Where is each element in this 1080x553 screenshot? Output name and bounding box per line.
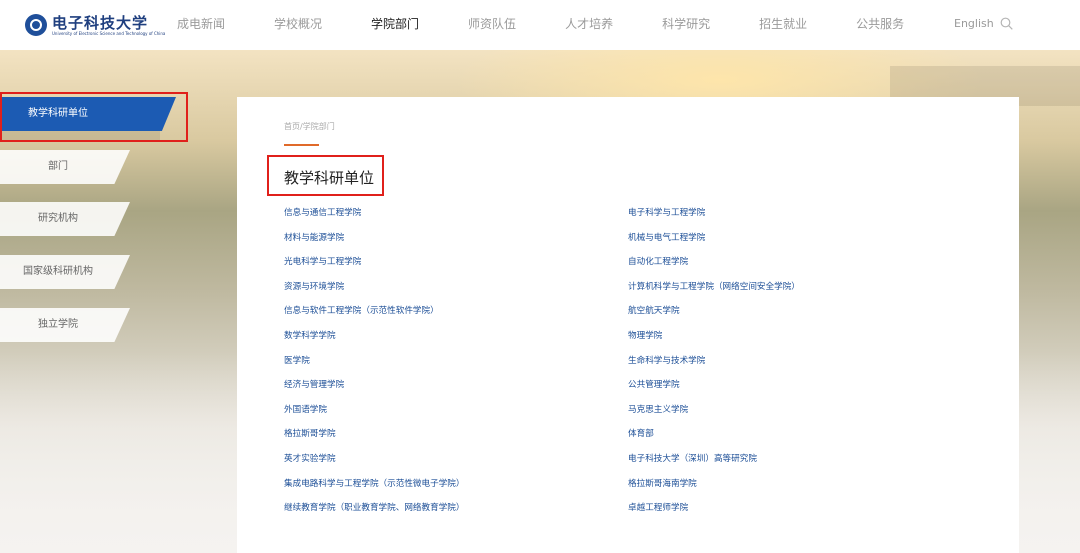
school-link[interactable]: 生命科学与技术学院: [628, 355, 800, 380]
nav-item-schools[interactable]: 学院部门: [371, 0, 419, 50]
language-switch-link[interactable]: English: [954, 0, 994, 48]
nav-item-faculty[interactable]: 师资队伍: [468, 0, 516, 50]
logo-emblem-icon: [25, 14, 47, 36]
school-link[interactable]: 计算机科学与工程学院（网络空间安全学院）: [628, 281, 800, 306]
sidebar-item-independent-college[interactable]: 独立学院: [0, 308, 130, 342]
school-link[interactable]: 航空航天学院: [628, 305, 800, 330]
school-link[interactable]: 公共管理学院: [628, 379, 800, 404]
logo-subtext: University of Electronic Science and Tec…: [52, 30, 166, 36]
nav-item-news[interactable]: 成电新闻: [177, 0, 225, 50]
school-link[interactable]: 自动化工程学院: [628, 256, 800, 281]
school-link[interactable]: 信息与软件工程学院（示范性软件学院）: [284, 305, 464, 330]
school-link[interactable]: 电子科学与工程学院: [628, 207, 800, 232]
school-link[interactable]: 机械与电气工程学院: [628, 232, 800, 257]
content-panel: 首页/学院部门 教学科研单位 信息与通信工程学院 材料与能源学院 光电科学与工程…: [237, 97, 1019, 553]
school-link[interactable]: 外国语学院: [284, 404, 464, 429]
page-title: 教学科研单位: [284, 169, 375, 187]
sidebar-item-label: 国家级科研机构: [23, 266, 93, 277]
nav-item-services[interactable]: 公共服务: [856, 0, 904, 50]
school-link[interactable]: 光电科学与工程学院: [284, 256, 464, 281]
sidebar-item-label: 研究机构: [38, 213, 78, 224]
school-link[interactable]: 资源与环境学院: [284, 281, 464, 306]
site-header: 电子科技大学 University of Electronic Science …: [0, 0, 1080, 50]
school-link[interactable]: 物理学院: [628, 330, 800, 355]
school-link[interactable]: 信息与通信工程学院: [284, 207, 464, 232]
school-link[interactable]: 体育部: [628, 428, 800, 453]
sidebar-item-departments[interactable]: 部门: [0, 150, 130, 184]
school-link[interactable]: 马克思主义学院: [628, 404, 800, 429]
school-link[interactable]: 材料与能源学院: [284, 232, 464, 257]
sidebar-item-teaching-research[interactable]: 教学科研单位: [0, 97, 176, 131]
search-icon[interactable]: [1000, 17, 1013, 30]
nav-item-overview[interactable]: 学校概况: [274, 0, 322, 50]
school-list-right: 电子科学与工程学院 机械与电气工程学院 自动化工程学院 计算机科学与工程学院（网…: [628, 207, 800, 527]
nav-item-admissions[interactable]: 招生就业: [759, 0, 807, 50]
school-link[interactable]: 数学科学学院: [284, 330, 464, 355]
breadcrumb-underline: [284, 144, 319, 146]
nav-item-research[interactable]: 科学研究: [662, 0, 710, 50]
school-link[interactable]: 格拉斯哥海南学院: [628, 478, 800, 503]
school-link[interactable]: 格拉斯哥学院: [284, 428, 464, 453]
sidebar-item-label: 部门: [48, 161, 68, 172]
logo-name: 电子科技大学: [52, 13, 149, 32]
school-link[interactable]: 集成电路科学与工程学院（示范性微电子学院）: [284, 478, 464, 503]
main-nav: 成电新闻 学校概况 学院部门 师资队伍 人才培养 科学研究 招生就业 公共服务: [177, 0, 953, 50]
sidebar-item-national-institutes[interactable]: 国家级科研机构: [0, 255, 130, 289]
sidebar-item-label: 教学科研单位: [28, 108, 88, 119]
school-link[interactable]: 继续教育学院（职业教育学院、网络教育学院）: [284, 502, 464, 527]
school-list-left: 信息与通信工程学院 材料与能源学院 光电科学与工程学院 资源与环境学院 信息与软…: [284, 207, 464, 527]
sidebar-item-research-institutes[interactable]: 研究机构: [0, 202, 130, 236]
school-link[interactable]: 卓越工程师学院: [628, 502, 800, 527]
school-link[interactable]: 英才实验学院: [284, 453, 464, 478]
school-link[interactable]: 经济与管理学院: [284, 379, 464, 404]
nav-item-education[interactable]: 人才培养: [565, 0, 613, 50]
sidebar-item-label: 独立学院: [38, 319, 78, 330]
logo-text-group: 电子科技大学 University of Electronic Science …: [52, 15, 165, 36]
university-logo[interactable]: 电子科技大学 University of Electronic Science …: [25, 12, 165, 38]
school-link[interactable]: 医学院: [284, 355, 464, 380]
school-link[interactable]: 电子科技大学（深圳）高等研究院: [628, 453, 800, 478]
breadcrumb[interactable]: 首页/学院部门: [284, 121, 335, 132]
